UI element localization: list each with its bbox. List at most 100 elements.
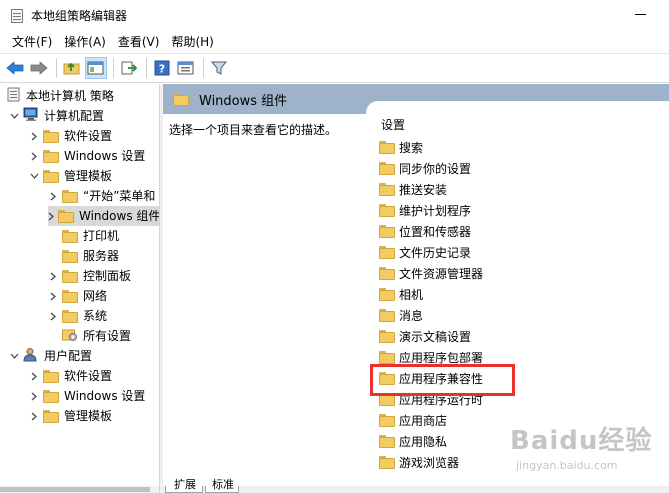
tree-label: 所有设置 [83, 329, 132, 343]
settings-list-item[interactable]: 搜索 [379, 137, 423, 157]
export-list-icon[interactable] [118, 57, 140, 79]
folder-icon [43, 369, 59, 383]
up-folder-icon[interactable] [61, 57, 83, 79]
tree-item-user-admin-templates[interactable]: 管理模板 [29, 406, 112, 426]
tree-item-user-software-settings[interactable]: 软件设置 [29, 366, 112, 386]
properties-icon[interactable] [175, 57, 197, 79]
tree-label: 控制面板 [83, 269, 132, 283]
folder-icon [379, 182, 395, 196]
chevron-right-icon[interactable] [29, 131, 39, 141]
show-hide-tree-icon[interactable] [85, 57, 107, 79]
settings-list-item[interactable]: 维护计划程序 [379, 200, 471, 220]
tree-label: 系统 [83, 309, 108, 323]
toolbar-separator [146, 58, 147, 78]
folder-icon [173, 92, 189, 106]
tab-standard[interactable]: 标准 [205, 478, 239, 493]
settings-list-item[interactable]: 文件资源管理器 [379, 263, 483, 283]
folder-icon [62, 249, 78, 263]
all-settings-icon [62, 327, 78, 345]
chevron-down-icon[interactable] [9, 351, 19, 361]
chevron-right-icon[interactable] [48, 271, 58, 281]
settings-item-label: 应用商店 [399, 413, 448, 428]
tab-extended[interactable]: 扩展 [165, 478, 203, 493]
folder-icon [379, 161, 395, 175]
chevron-down-icon[interactable] [29, 171, 39, 181]
chevron-right-icon[interactable] [48, 211, 54, 221]
settings-list-item[interactable]: 游戏浏览器 [379, 452, 459, 472]
folder-icon [379, 140, 395, 154]
folder-icon [379, 308, 395, 322]
folder-icon [379, 266, 395, 280]
menu-bar: 文件(F) 操作(A) 查看(V) 帮助(H) [0, 31, 669, 53]
settings-item-label: 应用隐私 [399, 434, 448, 449]
svg-text:?: ? [159, 63, 165, 76]
title-bar: 本地组策略编辑器 [0, 0, 669, 31]
folder-icon [62, 189, 78, 203]
chevron-right-icon[interactable] [48, 191, 58, 201]
filter-icon[interactable] [208, 57, 230, 79]
tree-item-printers[interactable]: 打印机 [62, 226, 119, 246]
menu-view[interactable]: 查看(V) [112, 31, 166, 53]
folder-icon [43, 129, 59, 143]
settings-list-item[interactable]: 消息 [379, 305, 423, 325]
window-title: 本地组策略编辑器 [31, 9, 128, 23]
minimize-icon[interactable] [635, 14, 646, 15]
user-icon [23, 347, 39, 365]
tree-pane: 本地计算机 策略 计算机配置 软件设置 Windows 设置 管理模板 “开始”… [0, 84, 159, 486]
folder-icon [379, 287, 395, 301]
menu-file[interactable]: 文件(F) [6, 31, 58, 53]
tree-item-control-panel[interactable]: 控制面板 [48, 266, 131, 286]
settings-list-item[interactable]: 演示文稿设置 [379, 326, 471, 346]
tree-label: Windows 设置 [64, 149, 146, 163]
tree-horizontal-scrollbar[interactable] [0, 486, 159, 493]
settings-list-item[interactable]: 位置和传感器 [379, 221, 471, 241]
scrollbar-thumb[interactable] [0, 487, 150, 492]
chevron-right-icon[interactable] [48, 311, 58, 321]
chevron-right-icon[interactable] [29, 391, 39, 401]
tree-label: 管理模板 [64, 169, 113, 183]
tree-item-software-settings[interactable]: 软件设置 [29, 126, 112, 146]
tree-item-user-windows-settings[interactable]: Windows 设置 [29, 386, 145, 406]
tree-label: Windows 组件 [79, 209, 159, 223]
tree-label: 服务器 [83, 249, 120, 263]
settings-list-item[interactable]: 同步你的设置 [379, 158, 471, 178]
folder-icon [58, 209, 74, 223]
tree-item-computer-config[interactable]: 计算机配置 [9, 106, 104, 126]
settings-item-label: 应用程序包部署 [399, 350, 484, 365]
chevron-right-icon[interactable] [48, 291, 58, 301]
tree-item-start-menu[interactable]: “开始”菜单和 [48, 186, 155, 206]
tree-item-windows-components[interactable]: Windows 组件 [48, 206, 159, 226]
tree-item-system[interactable]: 系统 [48, 306, 107, 326]
tree-item-all-settings[interactable]: 所有设置 [62, 326, 131, 346]
settings-list-item[interactable]: 推送安装 [379, 179, 447, 199]
tree-label: 本地计算机 策略 [26, 89, 114, 103]
settings-list-item[interactable]: 文件历史记录 [379, 242, 471, 262]
tree-item-user-config[interactable]: 用户配置 [9, 346, 92, 366]
settings-list-item[interactable]: 相机 [379, 284, 423, 304]
tree-label: 网络 [83, 289, 108, 303]
folder-icon [62, 289, 78, 303]
tree-label: 管理模板 [64, 409, 113, 423]
forward-icon[interactable] [28, 57, 50, 79]
settings-column-header[interactable]: 设置 [381, 116, 405, 133]
folder-icon [379, 434, 395, 448]
chevron-down-icon[interactable] [9, 111, 19, 121]
tree-item-admin-templates[interactable]: 管理模板 [29, 166, 112, 186]
settings-item-label: 文件资源管理器 [399, 266, 484, 281]
tree-item-network[interactable]: 网络 [48, 286, 107, 306]
menu-help[interactable]: 帮助(H) [165, 31, 219, 53]
tab-label: 标准 [212, 478, 234, 491]
back-icon[interactable] [4, 57, 26, 79]
help-icon[interactable]: ? [151, 57, 173, 79]
tree-item-windows-settings[interactable]: Windows 设置 [29, 146, 145, 166]
toolbar: ? [0, 53, 669, 83]
tree-item-server[interactable]: 服务器 [62, 246, 119, 266]
chevron-right-icon[interactable] [29, 411, 39, 421]
settings-list-item[interactable]: 应用商店 [379, 410, 447, 430]
baidu-watermark: Baidu经验 jingyan.baidu.com [510, 420, 660, 490]
settings-list-item[interactable]: 应用隐私 [379, 431, 447, 451]
menu-action[interactable]: 操作(A) [58, 31, 112, 53]
chevron-right-icon[interactable] [29, 371, 39, 381]
tree-item-root[interactable]: 本地计算机 策略 [7, 86, 114, 106]
chevron-right-icon[interactable] [29, 151, 39, 161]
